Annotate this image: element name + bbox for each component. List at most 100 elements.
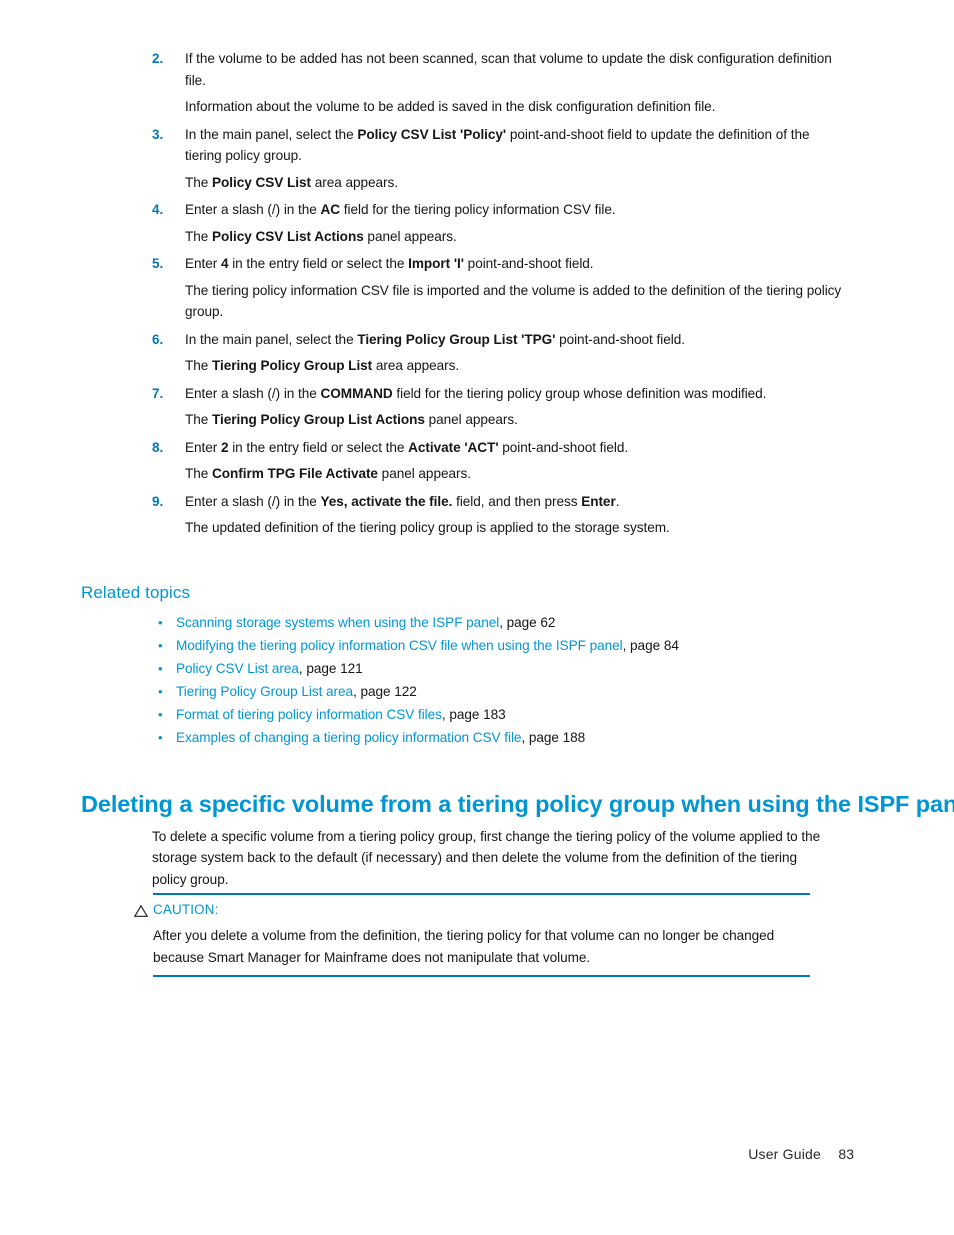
- procedure-step: 3. In the main panel, select the Policy C…: [152, 124, 842, 167]
- procedure-step: 9. Enter a slash (/) in the Yes, activate…: [152, 491, 842, 513]
- step-result: The Policy CSV List area appears.: [152, 172, 842, 194]
- step-emphasis-1: Yes, activate the file.: [320, 493, 453, 509]
- list-item: • Tiering Policy Group List area, page 12…: [157, 680, 857, 703]
- step-number: 4.: [152, 202, 164, 217]
- result-text-0: The: [185, 228, 213, 244]
- step-text-0: Enter a slash (/) in the: [185, 202, 321, 217]
- caution-top-rule: [153, 893, 810, 895]
- bullet-icon: •: [158, 615, 163, 630]
- step-result: The Tiering Policy Group List area appea…: [152, 355, 842, 377]
- step-number: 2.: [152, 51, 164, 66]
- procedure-step: 4. Enter a slash (/) in the AC field for …: [152, 199, 842, 221]
- step-result: The Policy CSV List Actions panel appear…: [152, 226, 842, 248]
- step-instruction: In the main panel, select the Policy CSV…: [185, 127, 810, 164]
- footer-guide-label: User Guide: [748, 1146, 821, 1162]
- list-item: • Policy CSV List area, page 121: [157, 657, 857, 680]
- procedure-step: 5. Enter 4 in the entry field or select t…: [152, 253, 842, 275]
- result-emphasis-1: Tiering Policy Group List: [212, 358, 373, 373]
- step-text-0: Enter a slash (/) in the: [185, 493, 321, 509]
- result-emphasis-1: Confirm TPG File Activate: [212, 466, 378, 481]
- step-instruction: Enter a slash (/) in the COMMAND field f…: [185, 386, 766, 401]
- step-number: 7.: [152, 385, 164, 401]
- caution-bottom-rule: [153, 975, 810, 977]
- section-intro-paragraph: To delete a specific volume from a tieri…: [152, 828, 821, 887]
- step-number: 5.: [152, 256, 164, 271]
- step-number: 6.: [152, 331, 164, 347]
- result-emphasis-1: Policy CSV List Actions: [212, 228, 364, 244]
- cross-reference-link[interactable]: Scanning storage systems when using the …: [176, 615, 499, 630]
- result-text-0: The updated definition of the tiering po…: [185, 520, 670, 535]
- result-text-0: The: [185, 412, 213, 427]
- step-emphasis-1: Policy CSV List 'Policy': [357, 126, 507, 142]
- document-page: 2. If the volume to be added has not been…: [0, 0, 954, 1235]
- bullet-icon: •: [158, 730, 163, 746]
- cross-reference-page: , page 122: [353, 684, 417, 700]
- bullet-icon: •: [158, 638, 163, 654]
- step-result: Information about the volume to be added…: [152, 96, 842, 118]
- cross-reference-link[interactable]: Examples of changing a tiering policy in…: [176, 730, 521, 745]
- list-item: • Modifying the tiering policy informatio…: [157, 634, 857, 657]
- step-number: 9.: [152, 493, 164, 509]
- footer-page-number: 83: [838, 1146, 854, 1162]
- result-text-0: Information about the volume to be added…: [185, 99, 716, 114]
- step-instruction: Enter 4 in the entry field or select the…: [185, 256, 594, 271]
- result-text-0: The: [185, 466, 213, 481]
- cross-reference-link[interactable]: Format of tiering policy information CSV…: [176, 707, 442, 722]
- step-text-2: field, and then press: [452, 493, 582, 509]
- step-text-0: Enter: [185, 439, 221, 455]
- step-result: The updated definition of the tiering po…: [152, 517, 842, 539]
- step-text-2: field for the tiering policy information…: [340, 202, 616, 217]
- cross-reference-page: , page 188: [521, 730, 586, 746]
- cross-reference-link[interactable]: Tiering Policy Group List area: [176, 684, 353, 699]
- step-text-0: Enter a slash (/) in the: [185, 385, 321, 401]
- procedure-step: 2. If the volume to be added has not been…: [152, 48, 842, 91]
- procedure-list: 2. If the volume to be added has not been…: [152, 48, 842, 545]
- step-number: 3.: [152, 126, 164, 142]
- caution-label: CAUTION:: [153, 902, 219, 917]
- step-text-2: in the entry field or select the: [228, 256, 409, 271]
- related-topics-list: • Scanning storage systems when using the…: [157, 611, 857, 750]
- step-number: 8.: [152, 439, 164, 455]
- step-emphasis-1: COMMAND: [320, 385, 393, 401]
- procedure-step: 6. In the main panel, select the Tiering …: [152, 329, 842, 351]
- related-topics-heading: Related topics: [81, 583, 191, 602]
- step-result: The tiering policy information CSV file …: [152, 280, 842, 323]
- cross-reference-link[interactable]: Policy CSV List area: [176, 661, 299, 676]
- bullet-icon: •: [158, 684, 163, 700]
- step-result: The Confirm TPG File Activate panel appe…: [152, 463, 842, 485]
- list-item: • Examples of changing a tiering policy i…: [157, 726, 857, 749]
- caution-body-text: After you delete a volume from the defin…: [153, 928, 775, 965]
- cross-reference-page: , page 183: [441, 707, 506, 723]
- step-emphasis-3: Enter: [581, 493, 616, 509]
- procedure-step: 7. Enter a slash (/) in the COMMAND field…: [152, 383, 842, 405]
- step-text-2: in the entry field or select the: [228, 439, 409, 455]
- result-text-0: The: [185, 174, 213, 190]
- step-text-4: point-and-shoot field.: [463, 256, 594, 271]
- cross-reference-page: , page 121: [298, 661, 363, 677]
- result-text-2: panel appears.: [424, 412, 518, 427]
- list-item: • Scanning storage systems when using the…: [157, 611, 857, 634]
- result-emphasis-1: Policy CSV List: [212, 174, 311, 190]
- result-text-2: panel appears.: [363, 228, 457, 244]
- cross-reference-link[interactable]: Modifying the tiering policy information…: [176, 638, 623, 653]
- result-text-2: area appears.: [372, 358, 460, 373]
- step-emphasis-3: Activate 'ACT': [408, 439, 499, 455]
- result-emphasis-1: Tiering Policy Group List Actions: [212, 412, 425, 427]
- list-item: • Format of tiering policy information CS…: [157, 703, 857, 726]
- step-instruction: In the main panel, select the Tiering Po…: [185, 332, 685, 347]
- result-text-0: The tiering policy information CSV file …: [185, 282, 842, 320]
- step-text-0: In the main panel, select the: [185, 331, 358, 347]
- step-text-2: field for the tiering policy group whose…: [392, 385, 767, 401]
- step-text-4: point-and-shoot field.: [498, 439, 629, 455]
- cross-reference-page: , page 62: [499, 615, 556, 630]
- step-emphasis-3: Import 'I': [408, 256, 464, 271]
- step-emphasis-1: Tiering Policy Group List 'TPG': [357, 331, 556, 347]
- step-instruction: If the volume to be added has not been s…: [185, 51, 832, 88]
- page-footer: User Guide 83: [0, 1143, 954, 1165]
- result-text-2: area appears.: [310, 174, 398, 190]
- result-text-0: The: [185, 358, 213, 373]
- procedure-step: 8. Enter 2 in the entry field or select t…: [152, 437, 842, 459]
- bullet-icon: •: [158, 707, 163, 723]
- step-text-0: Enter: [185, 256, 221, 271]
- step-result: The Tiering Policy Group List Actions pa…: [152, 409, 842, 431]
